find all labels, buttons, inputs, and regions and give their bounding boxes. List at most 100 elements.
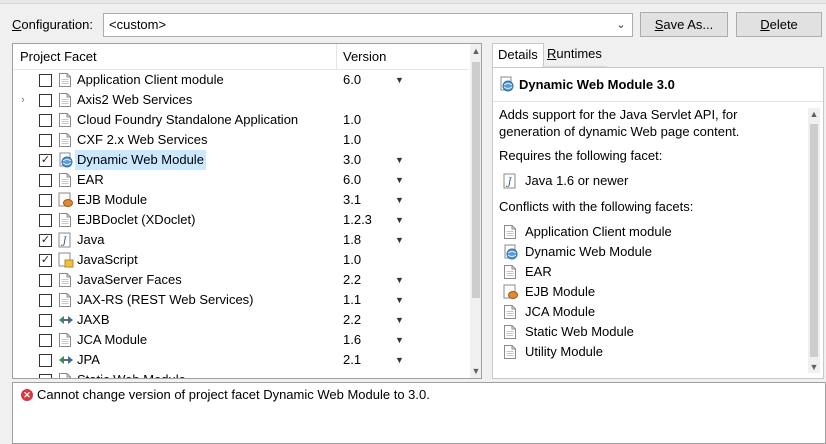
- tab-details[interactable]: Details: [492, 43, 544, 68]
- facet-checkbox[interactable]: ✓: [39, 154, 52, 167]
- facet-checkbox[interactable]: ✓: [39, 234, 52, 247]
- configuration-combo[interactable]: <custom> ⌄: [103, 13, 633, 37]
- facet-version[interactable]: 1.1: [343, 290, 361, 310]
- facet-checkbox[interactable]: [39, 294, 52, 307]
- version-dropdown-icon[interactable]: ▼: [395, 230, 404, 250]
- facet-checkbox[interactable]: ✓: [39, 254, 52, 267]
- table-row[interactable]: JAXB 2.2 ▼: [13, 310, 469, 330]
- table-row[interactable]: EJB Module 3.1 ▼: [13, 190, 469, 210]
- table-row[interactable]: JPA 2.1 ▼: [13, 350, 469, 370]
- js-icon: [58, 252, 74, 268]
- table-row[interactable]: Static Web Module: [13, 370, 469, 378]
- details-description: Adds support for the Java Servlet API, f…: [499, 107, 740, 139]
- version-dropdown-icon[interactable]: ▼: [395, 270, 404, 290]
- facet-checkbox[interactable]: [39, 374, 52, 378]
- list-item: JCA Module: [499, 302, 801, 322]
- svg-text:J: J: [60, 236, 67, 247]
- bean-icon: [58, 192, 73, 208]
- facet-name: Application Client module: [77, 72, 224, 87]
- version-dropdown-icon[interactable]: ▼: [395, 190, 404, 210]
- scrollbar-thumb[interactable]: [810, 124, 818, 357]
- version-dropdown-icon[interactable]: ▼: [395, 330, 404, 350]
- list-item-label: JCA Module: [525, 304, 596, 319]
- scrollbar-thumb[interactable]: [472, 62, 480, 298]
- tab-runtimes[interactable]: Runtimes: [542, 43, 607, 67]
- facet-checkbox[interactable]: [39, 214, 52, 227]
- version-dropdown-icon[interactable]: ▼: [395, 70, 404, 90]
- table-row[interactable]: CXF 2.x Web Services 1.0: [13, 130, 469, 150]
- error-message: Cannot change version of project facet D…: [37, 387, 430, 402]
- facet-version[interactable]: 2.2: [343, 270, 361, 290]
- table-row[interactable]: ✓ Dynamic Web Module 3.0 ▼: [13, 150, 469, 170]
- table-row[interactable]: ✓ J Java 1.8 ▼: [13, 230, 469, 250]
- facet-name: EAR: [77, 172, 104, 187]
- table-row[interactable]: JCA Module 1.6 ▼: [13, 330, 469, 350]
- facet-version[interactable]: 1.0: [343, 110, 361, 130]
- version-dropdown-icon[interactable]: ▼: [395, 350, 404, 370]
- table-row[interactable]: ✓ JavaScript 1.0: [13, 250, 469, 270]
- list-item: EJB Module: [499, 282, 801, 302]
- scroll-up-icon[interactable]: ▲: [470, 46, 481, 56]
- table-row[interactable]: JAX-RS (REST Web Services) 1.1 ▼: [13, 290, 469, 310]
- scroll-down-icon[interactable]: ▼: [470, 366, 481, 376]
- table-row[interactable]: › Axis2 Web Services: [13, 90, 469, 110]
- svg-text:J: J: [505, 177, 512, 188]
- facet-checkbox[interactable]: [39, 114, 52, 127]
- facet-version[interactable]: 2.1: [343, 350, 361, 370]
- column-header-version[interactable]: Version: [343, 49, 386, 64]
- facet-version[interactable]: 2.2: [343, 310, 361, 330]
- arrows-icon: [58, 312, 73, 328]
- facet-table-scrollbar[interactable]: ▲ ▼: [470, 44, 481, 378]
- facet-table: Project Facet Version Application Client…: [12, 43, 482, 379]
- version-dropdown-icon[interactable]: ▼: [395, 210, 404, 230]
- facet-checkbox[interactable]: [39, 354, 52, 367]
- facet-checkbox[interactable]: [39, 94, 52, 107]
- column-header-facet[interactable]: Project Facet: [20, 49, 97, 64]
- facet-name: Axis2 Web Services: [77, 92, 193, 107]
- facet-version[interactable]: 3.1: [343, 190, 361, 210]
- table-row[interactable]: EAR 6.0 ▼: [13, 170, 469, 190]
- delete-button[interactable]: Delete: [736, 12, 822, 37]
- list-item: Application Client module: [499, 222, 801, 242]
- save-as-button[interactable]: Save As...: [640, 12, 728, 37]
- facet-version[interactable]: 6.0: [343, 70, 361, 90]
- facet-rows: Application Client module 6.0 ▼ › Axis2 Web …: [13, 70, 469, 378]
- page-icon: [503, 224, 517, 240]
- table-row[interactable]: JavaServer Faces 2.2 ▼: [13, 270, 469, 290]
- facet-checkbox[interactable]: [39, 194, 52, 207]
- page-icon: [58, 372, 72, 378]
- version-dropdown-icon[interactable]: ▼: [395, 150, 404, 170]
- details-scrollbar[interactable]: ▲ ▼: [808, 108, 820, 373]
- facet-name: Java: [77, 232, 105, 247]
- facet-checkbox[interactable]: [39, 334, 52, 347]
- table-row[interactable]: Application Client module 6.0 ▼: [13, 70, 469, 90]
- version-dropdown-icon[interactable]: ▼: [395, 290, 404, 310]
- globe-icon: [499, 76, 515, 92]
- table-row[interactable]: Cloud Foundry Standalone Application 1.0: [13, 110, 469, 130]
- facet-version[interactable]: 1.0: [343, 130, 361, 150]
- facet-checkbox[interactable]: [39, 74, 52, 87]
- facet-version[interactable]: 3.0: [343, 150, 361, 170]
- facet-name: EJB Module: [77, 192, 148, 207]
- version-dropdown-icon[interactable]: ▼: [395, 310, 404, 330]
- facet-version[interactable]: 1.2.3: [343, 210, 372, 230]
- facet-version[interactable]: 1.0: [343, 250, 361, 270]
- facet-version[interactable]: 1.8: [343, 230, 361, 250]
- facet-checkbox[interactable]: [39, 314, 52, 327]
- column-divider[interactable]: [336, 44, 337, 70]
- facet-checkbox[interactable]: [39, 134, 52, 147]
- scroll-down-icon[interactable]: ▼: [808, 362, 820, 372]
- page-icon: [58, 92, 72, 108]
- conflicts-heading: Conflicts with the following facets:: [499, 199, 694, 214]
- facet-checkbox[interactable]: [39, 174, 52, 187]
- facet-version[interactable]: 6.0: [343, 170, 361, 190]
- facet-checkbox[interactable]: [39, 274, 52, 287]
- chevron-down-icon[interactable]: ⌄: [614, 14, 628, 36]
- list-item-label: Dynamic Web Module: [525, 244, 652, 259]
- facet-version[interactable]: 1.6: [343, 330, 361, 350]
- table-row[interactable]: EJBDoclet (XDoclet) 1.2.3 ▼: [13, 210, 469, 230]
- chevron-right-icon[interactable]: ›: [21, 90, 31, 110]
- version-dropdown-icon[interactable]: ▼: [395, 170, 404, 190]
- requires-heading: Requires the following facet:: [499, 148, 663, 163]
- scroll-up-icon[interactable]: ▲: [808, 109, 820, 119]
